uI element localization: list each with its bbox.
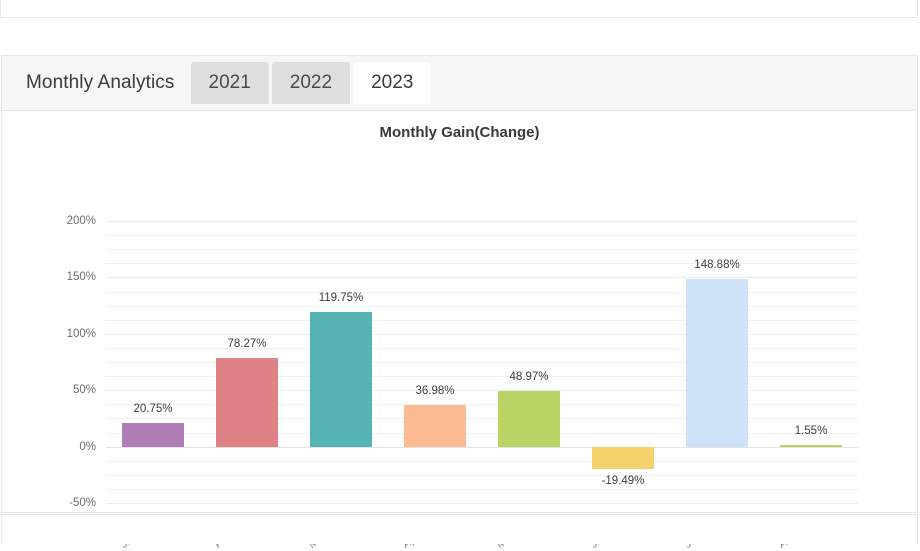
bar-slot: 1.55%Aug 2023 xyxy=(764,221,858,551)
bar-slot: -19.49%Jun 2023 xyxy=(576,221,670,551)
monthly-analytics-card: Monthly Analytics 2021 2022 2023 Monthly… xyxy=(1,55,918,551)
bar-slot: 78.27%Feb 2023 xyxy=(200,221,294,551)
bar[interactable] xyxy=(122,423,184,447)
tab-2022[interactable]: 2022 xyxy=(271,62,351,104)
next-panel-clipped xyxy=(1,514,918,544)
bar-value-label: 20.75% xyxy=(133,403,173,416)
bar[interactable] xyxy=(498,391,560,447)
bar-slot: 36.98%Apr 2023 xyxy=(388,221,482,551)
tab-2023[interactable]: 2023 xyxy=(353,62,432,104)
y-axis-tick-label: 150% xyxy=(66,271,96,284)
chart-title: Monthly Gain(Change) xyxy=(379,124,540,141)
bar-slot: 148.88%Jul 2023 xyxy=(670,221,764,551)
bar-value-label: 78.27% xyxy=(227,338,267,351)
bar[interactable] xyxy=(592,446,654,469)
bar-value-label: 119.75% xyxy=(318,291,364,304)
chart-area: Monthly Gain(Change) 200% 150% 100% 50% 0% -5… xyxy=(2,111,917,551)
bar-chart-plot: 200%150%100%50%0%-50% 20.75%Jan 202378.2… xyxy=(67,215,858,551)
y-axis-tick-label: 50% xyxy=(72,384,96,397)
page-title: Monthly Analytics xyxy=(26,72,175,93)
bar-value-label: 36.98% xyxy=(415,384,455,397)
y-axis-tick-label: 0% xyxy=(79,440,96,453)
bar-slot: 20.75%Jan 2023 xyxy=(106,221,200,551)
tab-2021[interactable]: 2021 xyxy=(190,62,269,104)
y-axis-tick-label: -50% xyxy=(69,497,96,509)
bar-series: 20.75%Jan 202378.27%Feb 2023119.75%Mar 2… xyxy=(106,221,858,551)
y-axis-tick-label: 100% xyxy=(66,327,96,340)
bar[interactable] xyxy=(216,358,278,447)
bar[interactable] xyxy=(780,444,842,447)
bar[interactable] xyxy=(404,404,466,447)
card-header: Monthly Analytics 2021 2022 2023 xyxy=(2,56,917,111)
gridline xyxy=(106,503,858,504)
bar-value-label: 48.97% xyxy=(509,371,549,384)
year-tab-list: 2021 2022 2023 xyxy=(190,56,435,110)
bar[interactable] xyxy=(686,278,748,447)
bar-slot: 48.97%May 2023 xyxy=(482,221,576,551)
y-axis-tick-label: 200% xyxy=(66,215,96,227)
bar-value-label: -19.49% xyxy=(601,474,645,487)
bar-slot: 119.75%Mar 2023 xyxy=(294,221,388,551)
bar-value-label: 148.88% xyxy=(694,258,740,271)
bar[interactable] xyxy=(310,311,372,447)
previous-panel-clipped xyxy=(0,0,918,18)
bar-value-label: 1.55% xyxy=(794,424,828,437)
